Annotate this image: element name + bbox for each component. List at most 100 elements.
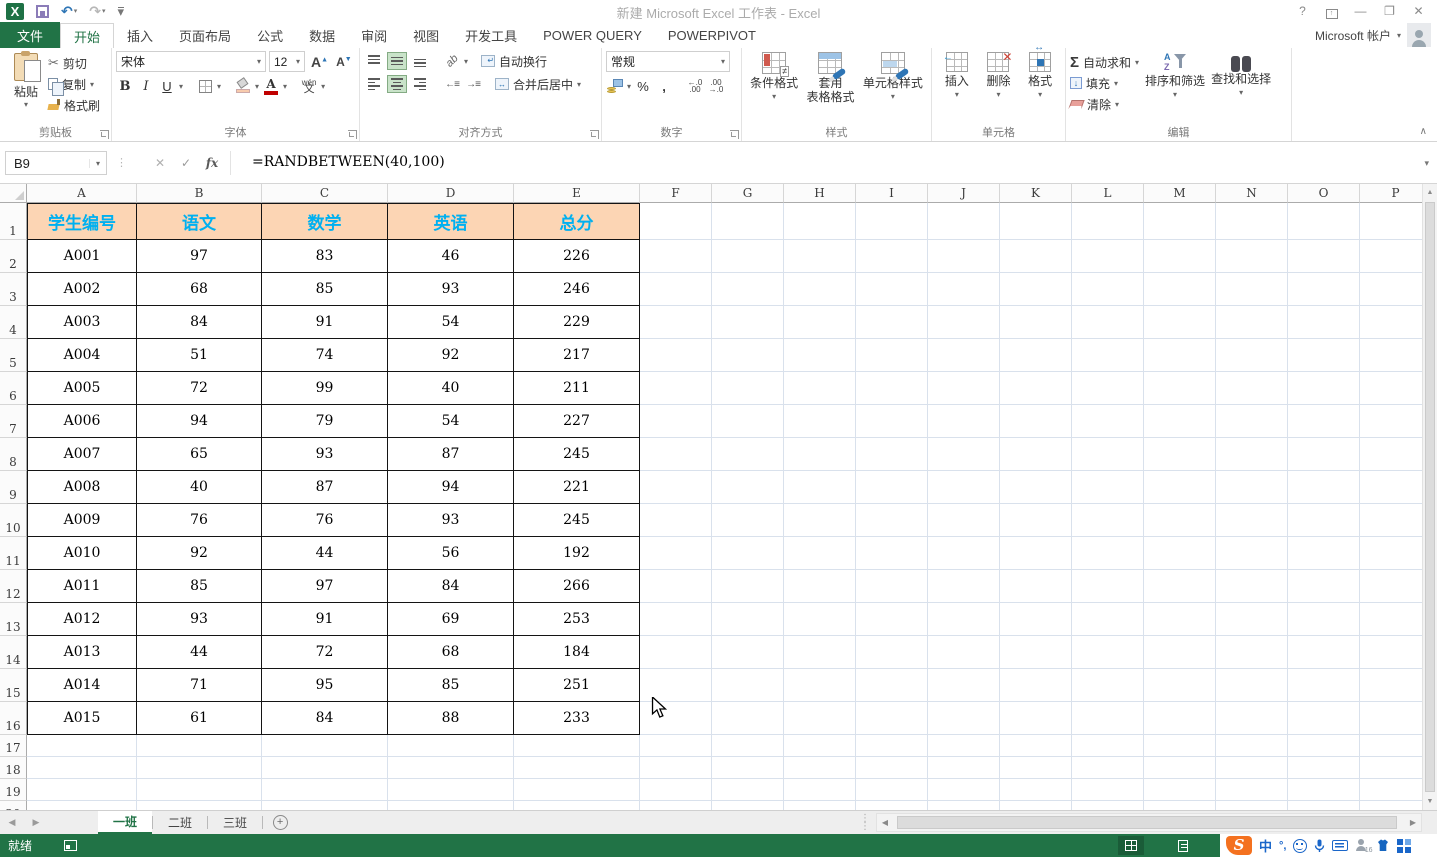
cell-D17[interactable]	[388, 735, 514, 757]
cell-B20[interactable]	[137, 801, 262, 810]
cell-O4[interactable]	[1288, 306, 1360, 339]
increase-decimal-button[interactable]: ←.0 .00	[686, 76, 704, 96]
cut-button[interactable]: ✂ 剪切	[48, 54, 100, 72]
cell-E13[interactable]: 253	[514, 603, 640, 636]
cell-F11[interactable]	[640, 537, 712, 570]
cell-J13[interactable]	[928, 603, 1000, 636]
cell-K17[interactable]	[1000, 735, 1072, 757]
ribbon-tab-9[interactable]: POWERPIVOT	[655, 23, 769, 48]
cell-H5[interactable]	[784, 339, 856, 372]
cell-O20[interactable]	[1288, 801, 1360, 810]
cell-A11[interactable]: A010	[27, 537, 137, 570]
cell-M11[interactable]	[1144, 537, 1216, 570]
cell-B8[interactable]: 65	[137, 438, 262, 471]
normal-view-button[interactable]	[1118, 836, 1144, 855]
decrease-font-button[interactable]: A▼	[334, 55, 354, 69]
cell-N20[interactable]	[1216, 801, 1288, 810]
cell-B17[interactable]	[137, 735, 262, 757]
cell-A16[interactable]: A015	[27, 702, 137, 735]
cell-L2[interactable]	[1072, 240, 1144, 273]
cell-H19[interactable]	[784, 779, 856, 801]
cell-A15[interactable]: A014	[27, 669, 137, 702]
cell-L19[interactable]	[1072, 779, 1144, 801]
cell-J7[interactable]	[928, 405, 1000, 438]
cell-P17[interactable]	[1360, 735, 1422, 757]
cell-A18[interactable]	[27, 757, 137, 779]
vertical-scrollbar-thumb[interactable]	[1425, 202, 1435, 792]
cell-J20[interactable]	[928, 801, 1000, 810]
cell-D19[interactable]	[388, 779, 514, 801]
minimize-button[interactable]: —	[1346, 4, 1375, 18]
cell-J8[interactable]	[928, 438, 1000, 471]
column-header-N[interactable]: N	[1216, 184, 1288, 203]
font-size-combobox[interactable]: 12 ▾	[269, 51, 305, 72]
cell-A14[interactable]: A013	[27, 636, 137, 669]
cell-P1[interactable]	[1360, 203, 1422, 240]
cell-D5[interactable]: 92	[388, 339, 514, 372]
conditional-formatting-dropdown-icon[interactable]: ▾	[772, 90, 776, 104]
cell-P15[interactable]	[1360, 669, 1422, 702]
cell-N17[interactable]	[1216, 735, 1288, 757]
cell-P18[interactable]	[1360, 757, 1422, 779]
cell-G17[interactable]	[712, 735, 784, 757]
font-color-dropdown-icon[interactable]: ▾	[283, 82, 287, 91]
cell-J19[interactable]	[928, 779, 1000, 801]
sogou-logo-icon[interactable]: S	[1226, 836, 1252, 855]
cell-E11[interactable]: 192	[514, 537, 640, 570]
ime-mode-button[interactable]: 中	[1259, 836, 1272, 855]
cell-P12[interactable]	[1360, 570, 1422, 603]
cell-L17[interactable]	[1072, 735, 1144, 757]
clear-dropdown-icon[interactable]: ▾	[1115, 100, 1119, 109]
ime-skin-icon[interactable]	[1376, 839, 1390, 852]
cell-N5[interactable]	[1216, 339, 1288, 372]
cell-O13[interactable]	[1288, 603, 1360, 636]
cell-styles-dropdown-icon[interactable]: ▾	[891, 90, 895, 104]
cell-O12[interactable]	[1288, 570, 1360, 603]
alignment-dialog-launcher[interactable]	[590, 130, 599, 139]
font-size-dropdown-icon[interactable]: ▾	[296, 57, 300, 66]
cell-A17[interactable]	[27, 735, 137, 757]
cell-M14[interactable]	[1144, 636, 1216, 669]
cell-E14[interactable]: 184	[514, 636, 640, 669]
cell-D3[interactable]: 93	[388, 273, 514, 306]
sheet-tab-0[interactable]: 一班	[98, 811, 153, 834]
cell-D4[interactable]: 54	[388, 306, 514, 339]
cell-K18[interactable]	[1000, 757, 1072, 779]
cell-I4[interactable]	[856, 306, 928, 339]
cell-N15[interactable]	[1216, 669, 1288, 702]
cell-H11[interactable]	[784, 537, 856, 570]
column-header-H[interactable]: H	[784, 184, 856, 203]
cell-E7[interactable]: 227	[514, 405, 640, 438]
cell-M13[interactable]	[1144, 603, 1216, 636]
cell-A7[interactable]: A006	[27, 405, 137, 438]
cell-J6[interactable]	[928, 372, 1000, 405]
clear-button[interactable]: 清除 ▾	[1068, 95, 1139, 113]
collapse-ribbon-button[interactable]: ∧	[1420, 126, 1427, 137]
ribbon-tab-3[interactable]: 公式	[244, 23, 296, 48]
phonetic-dropdown-icon[interactable]: ▾	[321, 82, 325, 91]
cell-L16[interactable]	[1072, 702, 1144, 735]
cell-I10[interactable]	[856, 504, 928, 537]
close-button[interactable]: ✕	[1404, 4, 1433, 18]
cell-J9[interactable]	[928, 471, 1000, 504]
cell-O9[interactable]	[1288, 471, 1360, 504]
cell-H12[interactable]	[784, 570, 856, 603]
cell-N16[interactable]	[1216, 702, 1288, 735]
cell-K14[interactable]	[1000, 636, 1072, 669]
autosum-dropdown-icon[interactable]: ▾	[1135, 58, 1139, 67]
cell-N18[interactable]	[1216, 757, 1288, 779]
cell-G16[interactable]	[712, 702, 784, 735]
cell-D13[interactable]: 69	[388, 603, 514, 636]
cell-O3[interactable]	[1288, 273, 1360, 306]
format-dropdown-icon[interactable]: ▾	[1038, 88, 1042, 102]
cell-G12[interactable]	[712, 570, 784, 603]
row-header-14[interactable]: 14	[0, 636, 27, 669]
sheet-tab-2[interactable]: 三班	[208, 811, 262, 834]
cell-L7[interactable]	[1072, 405, 1144, 438]
avatar[interactable]	[1407, 23, 1431, 47]
cell-K13[interactable]	[1000, 603, 1072, 636]
cell-I7[interactable]	[856, 405, 928, 438]
fill-button[interactable]: ↓ 填充 ▾	[1070, 74, 1139, 92]
cell-B9[interactable]: 40	[137, 471, 262, 504]
ime-emoji-icon[interactable]	[1293, 838, 1308, 853]
